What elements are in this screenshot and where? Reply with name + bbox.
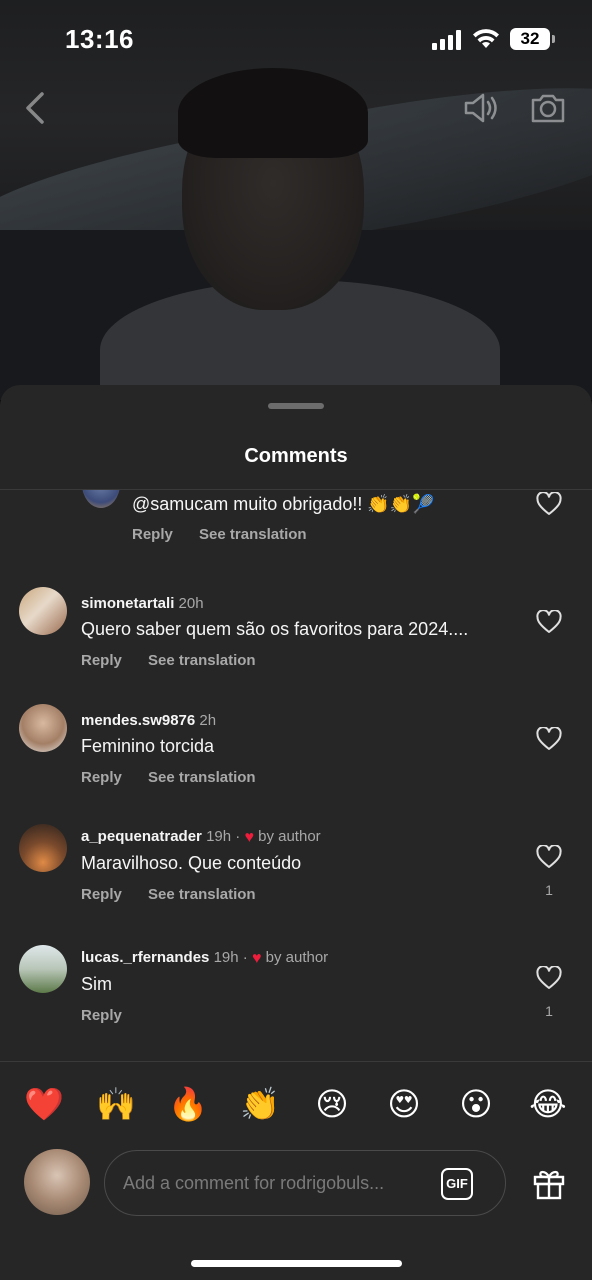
back-icon[interactable] [22,88,48,128]
comment-meta: mendes.sw9876 2h [81,712,216,729]
comment-composer: GIF [104,1150,506,1216]
comment-username[interactable]: lucas._rfernandes [81,949,209,966]
reaction-heart[interactable]: ❤️ [22,1082,66,1126]
reaction-clap[interactable]: 👏 [238,1082,282,1126]
comment-actions: Reply See translation [81,886,278,903]
wifi-icon [473,29,499,48]
reply-button[interactable]: Reply [81,1007,122,1024]
comment-input[interactable] [123,1151,423,1215]
reply-button[interactable]: Reply [132,526,173,543]
comment-time: 20h [178,595,204,612]
comment-text: Maravilhoso. Que conteúdo [81,853,302,873]
see-translation-button[interactable]: See translation [148,886,256,903]
like-heart-icon[interactable] [536,610,562,634]
avatar[interactable] [19,824,67,872]
comment-time: 19h [206,828,232,845]
comment-meta: a_pequenatrader 19h · ♥ by author [81,828,321,846]
current-user-avatar [24,1149,90,1215]
avatar[interactable] [82,490,120,508]
sheet-grabber[interactable] [268,403,324,409]
like-heart-icon[interactable] [536,492,562,516]
reply-button[interactable]: Reply [81,652,122,669]
comment-time: 19h [213,949,239,966]
reply-button[interactable]: Reply [81,886,122,903]
liked-by-author-label: by author [258,828,321,845]
comment-text: Sim [81,974,112,994]
avatar[interactable] [19,945,67,993]
author-liked-heart-icon: ♥ [244,829,254,846]
cellular-signal-icon [432,30,462,50]
comments-list[interactable]: @samucam muito obrigado!! 👏👏🎾 Reply See … [0,490,592,1060]
liked-by-author-label: by author [265,949,329,966]
quick-reactions-bar: ❤️ 🙌 🔥 👏 😢 😍 😮 😂 [0,1082,592,1126]
comment-username[interactable]: simonetartali [81,595,174,612]
camera-icon[interactable] [528,88,568,128]
reaction-laughing[interactable]: 😂 [526,1082,570,1126]
battery-indicator: 32 [510,28,555,50]
gif-button[interactable]: GIF [441,1168,473,1200]
comment-actions: Reply [81,1007,144,1024]
comment-actions: Reply See translation [132,526,329,543]
comment-actions: Reply See translation [81,652,278,669]
avatar[interactable] [19,587,67,635]
comment-meta: lucas._rfernandes 19h · ♥ by author [81,949,329,967]
like-count: 1 [545,882,553,898]
speaker-icon[interactable] [460,88,500,128]
see-translation-button[interactable]: See translation [148,652,256,669]
home-indicator[interactable] [191,1260,402,1267]
comment-username[interactable]: mendes.sw9876 [81,712,195,729]
avatar[interactable] [19,704,67,752]
status-bar: 13:16 32 [0,0,592,80]
author-liked-heart-icon: ♥ [251,950,262,967]
comment-time: 2h [199,712,217,729]
comment-text: @samucam muito obrigado!! 👏👏🎾 [132,494,435,514]
like-heart-icon[interactable] [536,966,562,990]
see-translation-button[interactable]: See translation [148,769,256,786]
see-translation-button[interactable]: See translation [199,526,307,543]
comments-sheet: Comments @samucam muito obrigado!! 👏👏🎾 R… [0,385,592,1280]
comment-username[interactable]: a_pequenatrader [81,828,202,845]
like-count: 1 [545,1003,553,1019]
comment-meta: simonetartali 20h [81,595,204,612]
status-time: 13:16 [65,24,134,54]
reaction-surprised[interactable]: 😮 [454,1082,498,1126]
gift-icon[interactable] [531,1165,567,1201]
like-heart-icon[interactable] [536,845,562,869]
comment-text: Feminino torcida [81,736,215,756]
sheet-title: Comments [244,445,348,467]
reaction-crying[interactable]: 😢 [310,1082,354,1126]
comment-text: Quero saber quem são os favoritos para 2… [81,619,469,639]
reply-button[interactable]: Reply [81,769,122,786]
reaction-heart-eyes[interactable]: 😍 [382,1082,426,1126]
comment-actions: Reply See translation [81,769,278,786]
like-heart-icon[interactable] [536,727,562,751]
divider [0,1061,592,1062]
reaction-raised-hands[interactable]: 🙌 [94,1082,138,1126]
reaction-fire[interactable]: 🔥 [166,1082,210,1126]
